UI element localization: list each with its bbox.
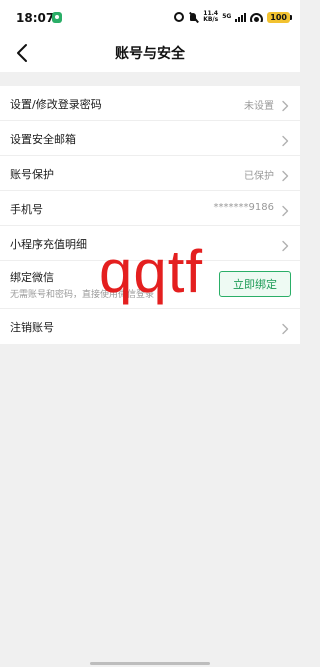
settings-row-password[interactable]: 设置/修改登录密码 未设置 xyxy=(0,86,300,121)
home-indicator[interactable] xyxy=(90,662,210,665)
alarm-icon xyxy=(174,12,185,22)
wifi-icon xyxy=(250,12,264,22)
chevron-right-icon xyxy=(279,237,291,252)
settings-row-bind-wechat: 绑定微信 无需账号和密码，直接使用微信登录 立即绑定 xyxy=(0,261,300,309)
header-bar: 账号与安全 xyxy=(0,34,300,72)
bind-wechat-button[interactable]: 立即绑定 xyxy=(219,271,291,297)
battery-icon: 100 xyxy=(267,11,292,23)
network-speed-unit: KB/s xyxy=(203,16,219,23)
network-speed: 11.4 KB/s xyxy=(203,11,218,23)
row-label: 设置安全邮箱 xyxy=(10,133,76,146)
chevron-right-icon xyxy=(279,320,291,335)
wechat-icon xyxy=(52,12,62,23)
page-title: 账号与安全 xyxy=(115,46,185,62)
settings-list: 设置/修改登录密码 未设置 设置安全邮箱 账号保护 已保护 手机号 ******… xyxy=(0,86,300,344)
row-value: *******9186 xyxy=(213,202,274,213)
settings-row-delete-account[interactable]: 注销账号 xyxy=(0,309,300,344)
row-value: 已保护 xyxy=(244,171,274,182)
row-subtitle: 无需账号和密码，直接使用微信登录 xyxy=(10,290,155,300)
status-time: 18:07 xyxy=(16,11,55,25)
row-value: 未设置 xyxy=(244,101,274,112)
row-label: 账号保护 xyxy=(10,168,54,181)
chevron-right-icon xyxy=(279,97,291,112)
settings-row-account-protection[interactable]: 账号保护 已保护 xyxy=(0,156,300,191)
row-label: 注销账号 xyxy=(10,321,54,334)
settings-row-recharge-details[interactable]: 小程序充值明细 xyxy=(0,226,300,261)
row-label: 小程序充值明细 xyxy=(10,238,87,251)
network-type: 5G xyxy=(222,13,232,20)
settings-row-email[interactable]: 设置安全邮箱 xyxy=(0,121,300,156)
status-bar: 18:07 11.4 KB/s 5G 100 xyxy=(0,0,300,34)
status-icons: 11.4 KB/s 5G 100 xyxy=(174,9,292,25)
row-label: 绑定微信 xyxy=(10,271,54,284)
chevron-right-icon xyxy=(279,167,291,182)
row-label: 手机号 xyxy=(10,203,43,216)
row-label: 设置/修改登录密码 xyxy=(10,98,102,111)
signal-icon xyxy=(235,12,247,22)
chevron-right-icon xyxy=(279,132,291,147)
mute-icon xyxy=(188,12,199,23)
settings-row-phone[interactable]: 手机号 *******9186 xyxy=(0,191,300,226)
chevron-right-icon xyxy=(279,202,291,217)
